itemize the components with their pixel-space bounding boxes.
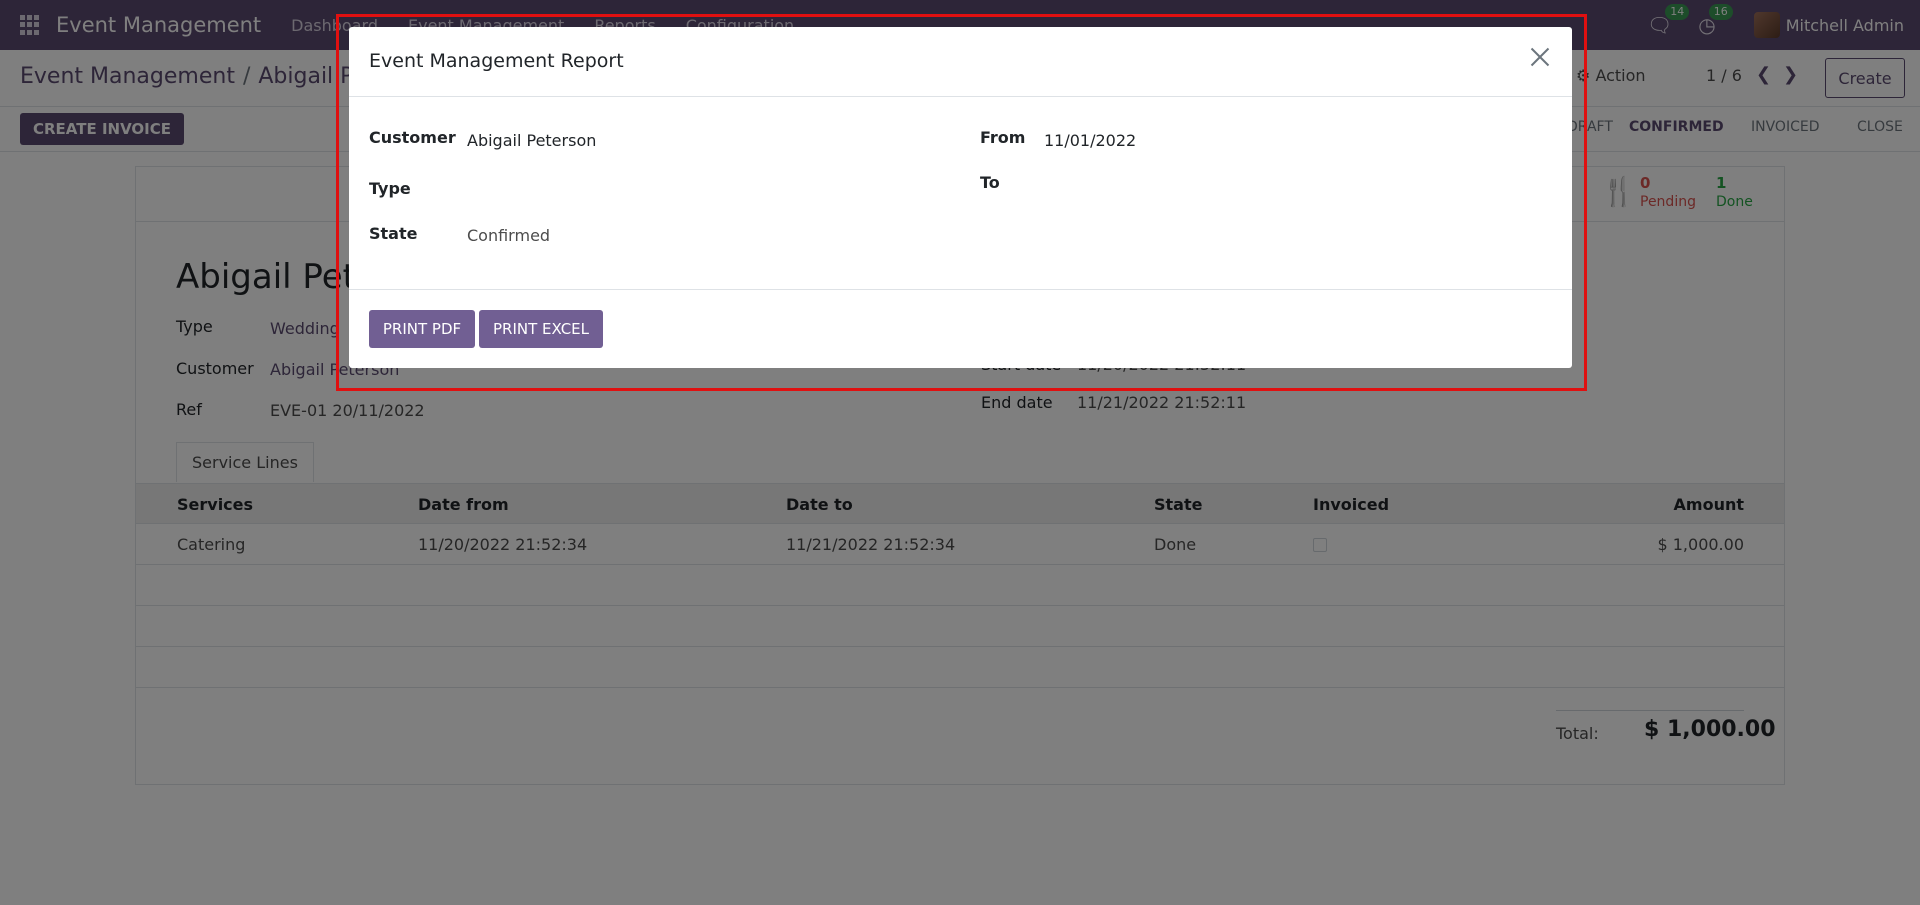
highlight-box [336,14,1587,391]
